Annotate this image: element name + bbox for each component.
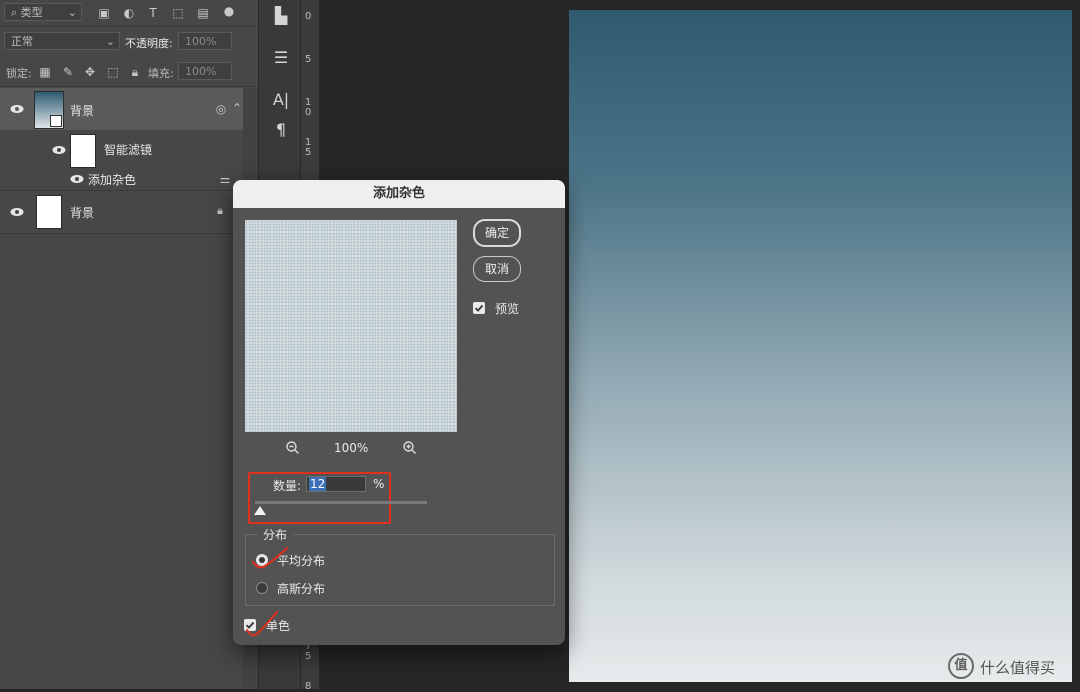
ruler-tick: 0 bbox=[305, 11, 312, 22]
ruler-tick: 1 5 bbox=[305, 137, 312, 158]
layer-thumbnail bbox=[34, 91, 64, 129]
lock-label: 锁定: bbox=[6, 67, 32, 80]
layer-thumbnail bbox=[36, 195, 62, 229]
cancel-button[interactable]: 取消 bbox=[473, 256, 521, 282]
layer-name: 背景 bbox=[70, 104, 95, 118]
lock-paint-icon[interactable]: ✎ bbox=[61, 65, 75, 79]
visibility-eye-icon[interactable] bbox=[70, 174, 84, 184]
search-icon: ⌕ bbox=[11, 6, 18, 19]
smart-object-filter-icon[interactable]: ▤ bbox=[196, 6, 210, 20]
watermark: 值 什么值得买 bbox=[948, 653, 1080, 681]
smart-object-badge-icon bbox=[50, 115, 62, 127]
fill-input[interactable]: 100% bbox=[178, 62, 232, 80]
filter-mask-thumbnail bbox=[70, 134, 96, 168]
ruler-tick: 8 bbox=[305, 681, 312, 692]
amount-label: 数量: bbox=[273, 479, 302, 493]
layers-panel: ⌕ 类型 ⌄ ▣ ◐ T ⬚ ▤ ● 正常 ⌄ 不透明度: 100% 锁定: ▦… bbox=[0, 0, 258, 689]
chevron-down-icon: ⌄ bbox=[105, 35, 115, 48]
ruler-tick: 5 bbox=[305, 54, 312, 65]
character-icon[interactable]: A| bbox=[269, 88, 293, 112]
layer-row-background[interactable]: 背景 🔒︎ bbox=[0, 190, 243, 234]
fill-value: 100% bbox=[185, 65, 217, 78]
visibility-eye-icon[interactable] bbox=[10, 207, 24, 217]
amount-slider-thumb[interactable] bbox=[254, 506, 267, 515]
smart-filter-link-icon: ◎ bbox=[215, 102, 227, 116]
zoom-out-icon[interactable] bbox=[285, 440, 301, 456]
distribution-label: 分布 bbox=[257, 526, 294, 543]
fill-label: 填充: bbox=[148, 67, 174, 80]
filter-preview[interactable] bbox=[245, 220, 457, 432]
zoom-in-icon[interactable] bbox=[402, 440, 418, 456]
preview-label: 预览 bbox=[495, 302, 520, 316]
opacity-input[interactable]: 100% bbox=[178, 32, 232, 50]
visibility-eye-icon[interactable] bbox=[52, 145, 66, 155]
adjustment-filter-icon[interactable]: ◐ bbox=[122, 6, 136, 20]
amount-slider-track[interactable] bbox=[255, 501, 427, 504]
gaussian-radio[interactable] bbox=[256, 582, 268, 594]
lock-position-icon[interactable]: ✥ bbox=[83, 65, 97, 79]
amount-input[interactable]: 12 bbox=[306, 476, 366, 492]
filter-toggle-icon[interactable]: ● bbox=[222, 4, 236, 18]
paragraph-icon[interactable]: ¶ bbox=[269, 118, 293, 142]
adjustments-icon[interactable]: ☰ bbox=[269, 46, 293, 70]
watermark-logo-icon: 值 bbox=[948, 653, 974, 679]
image-filter-icon[interactable]: ▣ bbox=[97, 6, 111, 20]
ruler-tick: 1 0 bbox=[305, 97, 312, 118]
preview-checkbox[interactable] bbox=[473, 302, 485, 314]
chevron-down-icon: ⌄ bbox=[67, 6, 77, 19]
dialog-title: 添加杂色 bbox=[233, 180, 565, 208]
layer-filter-select[interactable]: ⌕ 类型 ⌄ bbox=[4, 3, 82, 21]
ruler-tick: 7 5 bbox=[305, 641, 312, 662]
lock-all-icon[interactable]: 🔒︎ bbox=[128, 65, 142, 79]
chevron-up-icon[interactable]: ⌃ bbox=[230, 101, 244, 115]
annotation-check-icon bbox=[246, 611, 278, 637]
amount-unit: % bbox=[373, 477, 385, 491]
opacity-value: 100% bbox=[185, 35, 217, 48]
lock-transparent-icon[interactable]: ▦ bbox=[38, 65, 52, 79]
filter-blending-options-icon[interactable]: ⚌ bbox=[218, 172, 232, 186]
lock-row: 锁定: ▦ ✎ ✥ ⬚ 🔒︎ 填充: 100% bbox=[0, 58, 258, 87]
libraries-icon[interactable]: ▙ bbox=[269, 4, 293, 28]
blend-mode-select[interactable]: 正常 ⌄ bbox=[4, 32, 120, 50]
annotation-check-icon bbox=[252, 547, 288, 569]
type-filter-icon[interactable]: T bbox=[146, 6, 160, 20]
lock-icon: 🔒︎ bbox=[217, 204, 223, 217]
layer-name: 背景 bbox=[70, 206, 95, 220]
gaussian-label: 高斯分布 bbox=[277, 582, 326, 596]
layer-filter-row: ⌕ 类型 ⌄ ▣ ◐ T ⬚ ▤ ● bbox=[0, 0, 258, 27]
ok-button[interactable]: 确定 bbox=[473, 219, 521, 247]
layer-row-smart-filters[interactable]: 智能滤镜 bbox=[0, 131, 243, 169]
shape-filter-icon[interactable]: ⬚ bbox=[171, 6, 185, 20]
blend-mode-value: 正常 bbox=[11, 35, 33, 48]
watermark-text: 什么值得买 bbox=[980, 659, 1056, 677]
blend-row: 正常 ⌄ 不透明度: 100% bbox=[0, 30, 258, 56]
layer-name: 添加杂色 bbox=[88, 173, 137, 187]
visibility-eye-icon[interactable] bbox=[10, 104, 24, 114]
zoom-level: 100% bbox=[334, 441, 369, 455]
layer-row-background-smart[interactable]: 背景 ◎ ⌃ bbox=[0, 88, 243, 130]
layer-filter-label: 类型 bbox=[20, 6, 43, 19]
add-noise-dialog: 添加杂色 确定 取消 预览 100% 数量: 12 % 分布 平均分布 高斯分布… bbox=[233, 180, 565, 645]
layer-name: 智能滤镜 bbox=[104, 143, 153, 157]
amount-value: 12 bbox=[309, 477, 327, 491]
document-canvas[interactable] bbox=[569, 10, 1072, 682]
opacity-label: 不透明度: bbox=[125, 37, 173, 50]
layer-row-add-noise-filter[interactable]: 添加杂色 ⚌ bbox=[0, 169, 243, 189]
lock-artboard-icon[interactable]: ⬚ bbox=[106, 65, 120, 79]
